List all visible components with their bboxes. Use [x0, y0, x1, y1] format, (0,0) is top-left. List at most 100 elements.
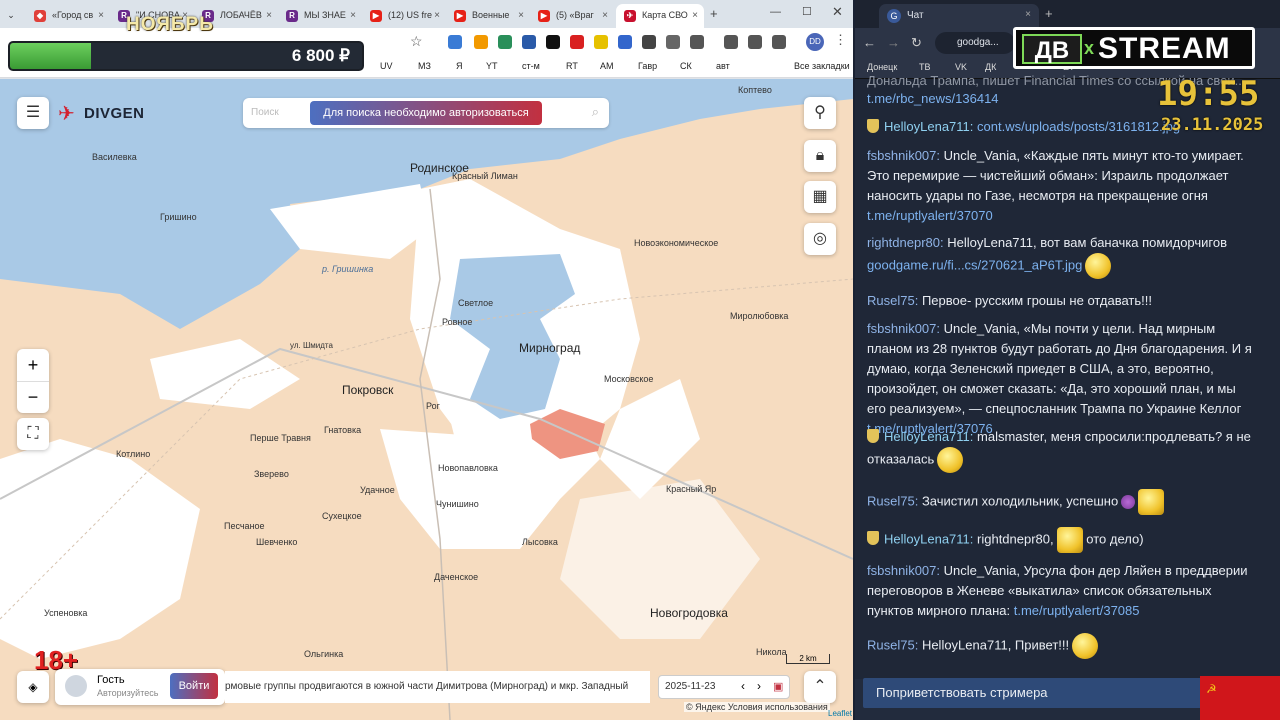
- map-label: р. Гришинка: [322, 264, 374, 274]
- next-date-button[interactable]: ›: [757, 679, 761, 693]
- target-button[interactable]: ◎: [804, 223, 836, 255]
- back-icon[interactable]: ←: [863, 35, 876, 50]
- close-icon[interactable]: ×: [518, 10, 524, 21]
- chevron-up-icon: ⌃: [813, 678, 827, 695]
- ball-emote-icon: [1121, 495, 1136, 509]
- login-button[interactable]: Войти: [170, 673, 218, 699]
- forward-icon[interactable]: →: [887, 35, 900, 50]
- message-link[interactable]: t.me/rbc_news/136414: [867, 91, 999, 106]
- bookmark-item[interactable]: UV: [380, 61, 393, 71]
- location-button[interactable]: ⚲: [804, 97, 836, 129]
- map-label: Котлино: [116, 449, 151, 459]
- minimize-button[interactable]: —: [770, 6, 781, 18]
- date-picker[interactable]: 2025-11-23 ‹ › ▣: [658, 675, 790, 699]
- map-label: Шевченко: [256, 537, 298, 547]
- zoom-in-button[interactable]: +: [17, 349, 49, 381]
- close-icon[interactable]: ×: [434, 10, 440, 21]
- bookmark-item[interactable]: AM: [600, 61, 614, 71]
- link-icon[interactable]: [748, 35, 762, 49]
- goal-progress-bar: 6 800 ₽: [8, 41, 364, 71]
- prev-date-button[interactable]: ‹: [741, 679, 745, 693]
- new-tab-button[interactable]: +: [710, 6, 718, 21]
- tab-5[interactable]: ▶ Военные ×: [446, 4, 530, 28]
- extension-icon[interactable]: [546, 35, 560, 49]
- news-ticker[interactable]: рмовые группы продвигаются в южной части…: [225, 671, 650, 703]
- calendar-icon[interactable]: ▣: [773, 680, 783, 693]
- message-link[interactable]: goodgame.ru/fi...cs/270621_aP6T.jpg: [867, 257, 1082, 272]
- star-icon[interactable]: ☆: [410, 33, 426, 49]
- chat-nick[interactable]: fsbshnik007:: [867, 148, 940, 163]
- address-bar[interactable]: goodga...: [935, 32, 1015, 54]
- extension-icon[interactable]: [474, 35, 488, 49]
- chat-nick[interactable]: fsbshnik007:: [867, 321, 940, 336]
- map-label: Василевка: [92, 152, 137, 162]
- extension-icon[interactable]: [618, 35, 632, 49]
- tab-6[interactable]: ▶ (5) «Враг ×: [530, 4, 614, 28]
- chat-nick[interactable]: rightdnepr80:: [867, 235, 944, 250]
- message-link[interactable]: cont.ws/uploads/posts/3161812.jpg: [977, 119, 1180, 134]
- map-label: Лысовка: [522, 537, 558, 547]
- leaflet-link[interactable]: Leaflet: [828, 709, 852, 718]
- tab-chat[interactable]: G Чат ×: [879, 4, 1039, 28]
- chat-nick[interactable]: Rusel75:: [867, 493, 918, 508]
- extension-icon[interactable]: [642, 35, 656, 49]
- bookmark-item[interactable]: Гавр: [638, 61, 657, 71]
- avatar[interactable]: DD: [806, 33, 824, 51]
- search-input[interactable]: Поиск: [251, 107, 279, 118]
- bookmark-item[interactable]: Я: [456, 61, 463, 71]
- extension-icon[interactable]: [448, 35, 462, 49]
- map-label: Даченское: [434, 572, 479, 582]
- map-view[interactable]: Родинское Коптево Василевка Красный Лима…: [0, 79, 853, 720]
- close-icon[interactable]: ×: [602, 10, 608, 21]
- message-link[interactable]: t.me/ruptlyalert/37070: [867, 208, 993, 223]
- chat-nick[interactable]: fsbshnik007:: [867, 563, 940, 578]
- close-window-button[interactable]: ✕: [832, 4, 843, 20]
- map-label: ул. Шмидта: [290, 341, 333, 350]
- expand-up-button[interactable]: ⌃: [804, 671, 836, 703]
- chat-nick[interactable]: HelloyLena711:: [884, 531, 973, 546]
- search-icon[interactable]: ⌕: [592, 104, 599, 120]
- new-tab-button[interactable]: +: [1045, 6, 1053, 21]
- extension-icon[interactable]: [522, 35, 536, 49]
- map-search[interactable]: Поиск Для поиска необходимо авторизовать…: [243, 98, 609, 128]
- menu-button[interactable]: ☰: [17, 97, 49, 129]
- bookmark-item[interactable]: RT: [566, 61, 578, 71]
- bookmark-item[interactable]: YT: [486, 61, 498, 71]
- close-icon[interactable]: ×: [692, 10, 698, 21]
- bookmark-item[interactable]: МЗ: [418, 61, 431, 71]
- puzzle-icon[interactable]: [690, 35, 704, 49]
- all-bookmarks[interactable]: Все закладки: [794, 61, 850, 71]
- download-icon[interactable]: [772, 35, 786, 49]
- extension-icon[interactable]: [666, 35, 680, 49]
- extension-icon[interactable]: [570, 35, 584, 49]
- extension-icon[interactable]: [498, 35, 512, 49]
- ruler-button[interactable]: ▦: [804, 181, 836, 213]
- reload-icon[interactable]: ↻: [911, 35, 922, 51]
- ruler-icon: ▦: [812, 188, 828, 205]
- shield-icon: [867, 429, 879, 443]
- tab-4[interactable]: ▶ (12) US fre ×: [362, 4, 446, 28]
- extension-icon[interactable]: [594, 35, 608, 49]
- auth-banner[interactable]: Для поиска необходимо авторизоваться: [310, 101, 542, 125]
- key-icon[interactable]: [724, 35, 738, 49]
- chat-nick[interactable]: HelloyLena711:: [884, 119, 973, 134]
- soviet-flag: ☭: [1200, 676, 1280, 720]
- guest-panel: Гость Авторизуйтесь Войти: [55, 669, 225, 705]
- chat-message: Rusel75: Зачистил холодильник, успешно: [867, 489, 1252, 515]
- menu-icon[interactable]: ⋮: [834, 32, 847, 48]
- maximize-button[interactable]: ☐: [802, 5, 812, 18]
- fullscreen-button[interactable]: ⛶: [17, 418, 49, 450]
- bookmark-item[interactable]: ст-м: [522, 61, 540, 71]
- chat-nick[interactable]: Rusel75:: [867, 637, 918, 652]
- map-attribution[interactable]: © Яндекс Условия использования: [684, 702, 830, 712]
- layers-button[interactable]: ◈: [17, 671, 49, 703]
- close-icon[interactable]: ×: [1025, 9, 1031, 20]
- chat-nick[interactable]: HelloyLena711:: [884, 429, 973, 444]
- lock-button[interactable]: 🔒︎: [804, 140, 836, 172]
- bookmark-item[interactable]: СК: [680, 61, 692, 71]
- chat-nick[interactable]: Rusel75:: [867, 293, 918, 308]
- bookmark-item[interactable]: авт: [716, 61, 730, 71]
- tab-7[interactable]: ✈ Карта СВО ×: [616, 4, 704, 28]
- zoom-out-button[interactable]: −: [17, 381, 49, 413]
- message-link[interactable]: t.me/ruptlyalert/37085: [1014, 603, 1140, 618]
